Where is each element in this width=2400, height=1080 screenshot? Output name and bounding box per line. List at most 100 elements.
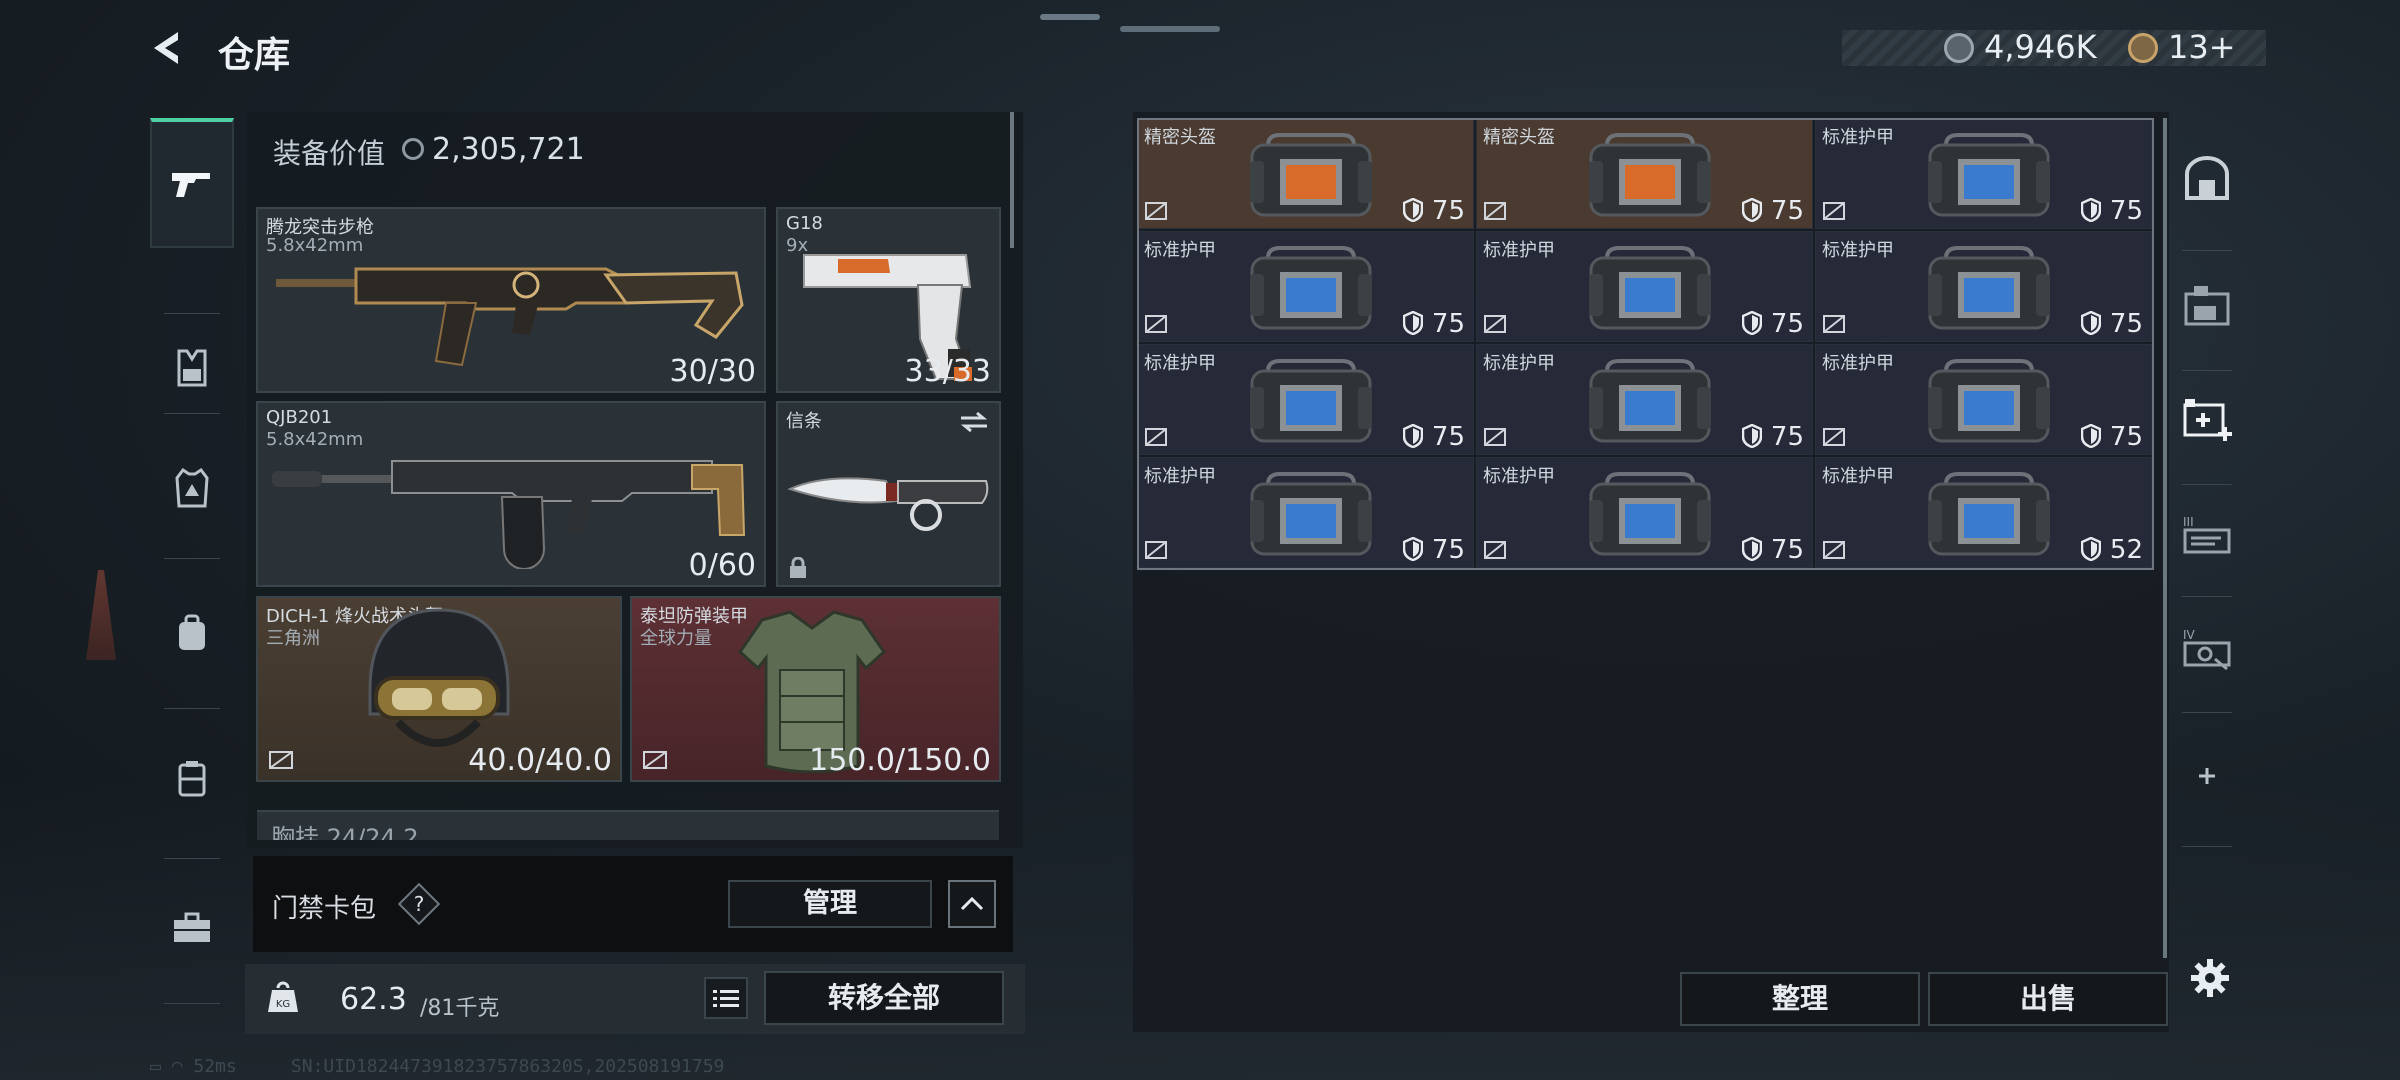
gear-bag-image: [1589, 472, 1711, 556]
rail-item-container[interactable]: [150, 748, 234, 808]
gear-bag-image: [1250, 133, 1372, 217]
secondary-weapon-slot[interactable]: QJB201 5.8x42mm 0/60: [256, 401, 766, 587]
weight-unit: /81千克: [420, 996, 500, 1021]
storage-item[interactable]: 标准护甲 75: [1815, 231, 2152, 342]
shield-icon: [1742, 198, 1762, 222]
gear-bag-image: [1928, 133, 2050, 217]
rail-item-toolbox[interactable]: [150, 898, 234, 958]
storage-item[interactable]: 标准护甲 75: [1476, 344, 1813, 455]
storage-tab-1[interactable]: [2170, 128, 2244, 228]
storage-item[interactable]: 标准护甲 75: [1137, 457, 1474, 568]
svg-text:KG: KG: [276, 999, 290, 1010]
storage-tabs-rail: III IV: [2170, 108, 2244, 1028]
shield-icon: [2081, 537, 2101, 561]
no-drop-icon: [1823, 202, 1845, 220]
storage-scrollbar[interactable]: [2163, 118, 2167, 958]
no-drop-icon: [1145, 541, 1167, 559]
chest-rig-icon: [177, 349, 207, 387]
shield-icon: [1403, 198, 1423, 222]
storage-item-durability: 75: [2109, 196, 2143, 226]
rail-item-chest-rig[interactable]: [150, 338, 234, 398]
rail-item-backpack[interactable]: [150, 603, 234, 663]
currency-gold[interactable]: 13+: [2168, 28, 2236, 66]
ammo-storage-icon: III: [2183, 515, 2231, 554]
storage-item[interactable]: 标准护甲 75: [1476, 231, 1813, 342]
shield-icon: [1742, 424, 1762, 448]
storage-item[interactable]: 标准护甲 75: [1137, 344, 1474, 455]
storage-item[interactable]: 标准护甲 75: [1815, 344, 2152, 455]
storage-item[interactable]: 标准护甲 75: [1815, 118, 2152, 229]
shield-icon: [1742, 311, 1762, 335]
chevron-up-icon: [960, 897, 984, 911]
storage-item-durability: 75: [1770, 309, 1804, 339]
no-drop-icon: [1823, 428, 1845, 446]
no-drop-icon: [1484, 202, 1506, 220]
storage-item[interactable]: 标准护甲 75: [1476, 457, 1813, 568]
shield-icon: [2081, 424, 2101, 448]
keycard-label: 门禁卡包: [272, 894, 377, 924]
equipment-value: 2,305,721: [432, 132, 585, 167]
coin-silver-icon: [402, 138, 424, 160]
pistol-ammo: 33/33: [904, 354, 991, 389]
no-drop-icon: [1484, 428, 1506, 446]
storage-tab-3[interactable]: [2170, 370, 2244, 470]
storage-item[interactable]: 标准护甲 75: [1137, 231, 1474, 342]
collapse-button[interactable]: [948, 880, 996, 928]
currency-silver: 4,946K: [1984, 28, 2097, 66]
shield-icon: [1403, 537, 1423, 561]
gun-storage-icon: IV: [2183, 628, 2231, 671]
sell-button[interactable]: 出售: [1928, 972, 2168, 1026]
transfer-all-button[interactable]: 转移全部: [764, 971, 1004, 1025]
no-drop-icon: [1484, 315, 1506, 333]
lock-icon: [790, 557, 806, 578]
storage-item-name: 标准护甲: [1822, 127, 1894, 148]
equipment-scrollbar[interactable]: [1010, 112, 1014, 248]
manage-button[interactable]: 管理: [728, 880, 932, 928]
armor-slot[interactable]: 泰坦防弹装甲 全球力量 150.0/150.0: [630, 596, 1001, 782]
sort-button[interactable]: 整理: [1680, 972, 1920, 1026]
primary-weapon-ammo: 30/30: [669, 354, 756, 389]
no-drop-icon: [269, 751, 293, 769]
gear-bag-image: [1928, 246, 2050, 330]
helmet-slot[interactable]: DICH-1 烽火战术头盔 三角洲 40.0/40.0: [256, 596, 622, 782]
melee-name: 信条: [786, 411, 822, 432]
storage-item[interactable]: 精密头盔 75: [1476, 118, 1813, 229]
container-icon: [178, 761, 206, 797]
pistol-slot[interactable]: G18 9x 33/33: [776, 207, 1001, 393]
back-icon[interactable]: [148, 28, 188, 68]
rail-item-armor[interactable]: [150, 458, 234, 518]
safe-icon: [2185, 156, 2229, 200]
list-view-button[interactable]: [704, 977, 748, 1019]
gear-icon[interactable]: [2190, 958, 2230, 998]
status-bar: ▭ ◠ 52ms SN:UID18244739182375786320S,202…: [150, 1056, 724, 1077]
weight-icon: KG: [268, 981, 298, 1012]
storage-item-durability: 75: [1431, 196, 1465, 226]
storage-item-name: 标准护甲: [1822, 240, 1894, 261]
chest-rig-slot-partial[interactable]: 胸挂 24/24 2: [257, 810, 999, 840]
storage-item-durability: 52: [2109, 535, 2143, 565]
storage-tab-4[interactable]: III: [2170, 484, 2244, 584]
melee-slot[interactable]: 信条: [776, 401, 1001, 587]
rail-item-weapons[interactable]: [150, 118, 234, 248]
gear-bag-image: [1928, 359, 2050, 443]
equipment-value-label: 装备价值: [273, 137, 386, 170]
plus-icon: [2199, 768, 2215, 784]
shield-icon: [2081, 311, 2101, 335]
storage-tab-2[interactable]: [2170, 256, 2244, 356]
no-drop-icon: [1484, 541, 1506, 559]
add-storage-button[interactable]: [2170, 726, 2244, 826]
storage-item[interactable]: 精密头盔 75: [1137, 118, 1474, 229]
storage-item-durability: 75: [1770, 535, 1804, 565]
storage-item[interactable]: 标准护甲 52: [1815, 457, 2152, 568]
swap-icon[interactable]: [959, 411, 989, 433]
storage-tab-5[interactable]: IV: [2170, 598, 2244, 698]
storage-item-name: 标准护甲: [1483, 466, 1555, 487]
primary-weapon-slot[interactable]: 腾龙突击步枪 5.8x42mm 30/30: [256, 207, 766, 393]
shield-icon: [1742, 537, 1762, 561]
gear-bag-image: [1589, 133, 1711, 217]
machine-gun-image: [272, 460, 746, 569]
storage-item-name: 标准护甲: [1483, 353, 1555, 374]
storage-item-durability: 75: [1431, 535, 1465, 565]
shield-icon: [1403, 311, 1423, 335]
secondary-weapon-ammo: 0/60: [688, 548, 756, 583]
